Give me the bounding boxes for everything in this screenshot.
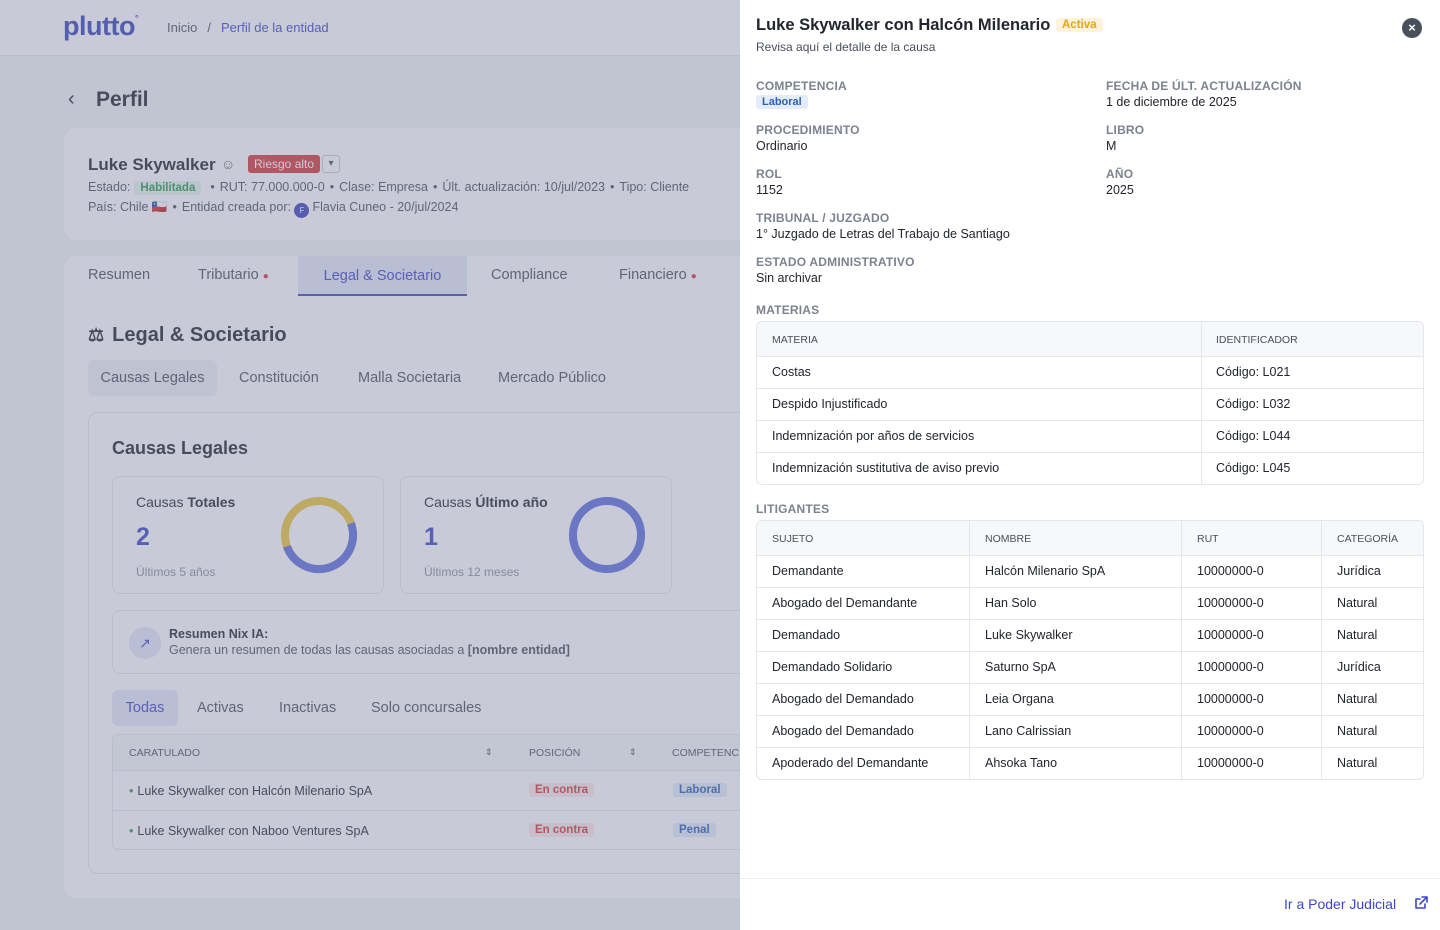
external-link-icon[interactable] — [1413, 895, 1429, 911]
table-row: Demandado Solidario Saturno SpA 10000000-0… — [757, 652, 1423, 684]
table-row: Costas Código: L021 — [757, 357, 1423, 389]
table-row: Despido Injustificado Código: L032 — [757, 389, 1423, 421]
litigantes-table: SUJETO NOMBRE RUT CATEGORÍA Demandante Ha… — [756, 520, 1424, 780]
table-row: Abogado del Demandado Leia Organa 10000000… — [757, 684, 1423, 716]
panel-title: Luke Skywalker con Halcón Milenario — [756, 16, 1051, 34]
table-row: Indemnización sustitutiva de aviso previ… — [772, 461, 1291, 475]
materias-table: MATERIA IDENTIFICADOR Costas Código: L021… — [756, 321, 1424, 485]
table-row: Abogado del Demandado Lano Calrissian 1000… — [757, 716, 1423, 748]
modal-overlay[interactable] — [0, 0, 740, 930]
close-icon[interactable]: × — [1402, 18, 1422, 38]
materias-label: MATERIAS — [756, 303, 820, 317]
table-header: SUJETO NOMBRE RUT CATEGORÍA — [757, 521, 1423, 556]
litigantes-label: LITIGANTES — [756, 502, 830, 516]
poder-judicial-link[interactable]: Ir a Poder Judicial — [1284, 896, 1396, 912]
competencia-badge: Laboral — [756, 95, 808, 109]
panel-subtitle: Revisa aquí el detalle de la causa — [756, 40, 936, 54]
table-row: Demandante Halcón Milenario SpA 10000000-0… — [757, 556, 1423, 588]
table-row: Demandado Luke Skywalker 10000000-0 Natural — [757, 620, 1423, 652]
status-badge: Activa — [1056, 18, 1103, 32]
table-row: Apoderado del Demandante Ahsoka Tano 10000… — [772, 756, 1378, 770]
causa-detail-panel: Luke Skywalker con Halcón Milenario Acti… — [740, 0, 1440, 930]
table-row: Indemnización por años de servicios Códig… — [757, 421, 1423, 453]
table-row: Abogado del Demandante Han Solo 10000000-0… — [757, 588, 1423, 620]
